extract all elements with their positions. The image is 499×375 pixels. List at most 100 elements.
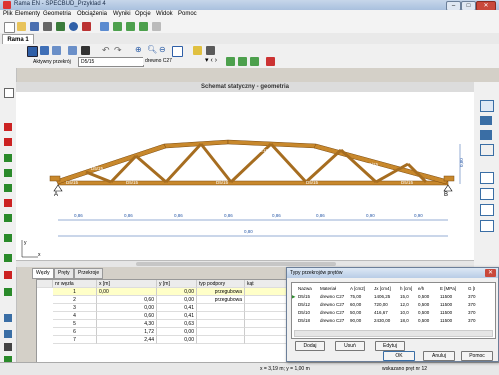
select-tool-icon[interactable] [4, 88, 14, 98]
node-view-icon[interactable] [480, 204, 494, 216]
divide-bar-icon[interactable] [4, 169, 12, 177]
tab-wezly[interactable]: Węzły [32, 268, 54, 279]
table-cell[interactable]: 4 [53, 312, 97, 320]
list-cell[interactable]: 11500 [440, 293, 452, 300]
properties-icon[interactable] [480, 116, 492, 125]
table-cell[interactable] [245, 336, 287, 344]
hinge-icon[interactable] [4, 234, 12, 242]
menu-pomoc[interactable]: Pomoc [178, 11, 197, 17]
section-types-list[interactable]: Nazwa Materiał A [cm2] Jx [cm4] h [cm] e… [291, 282, 496, 339]
move-node-icon[interactable] [4, 138, 12, 146]
table-cell[interactable] [197, 320, 245, 328]
frame-settings-icon[interactable] [139, 22, 148, 31]
list-cell[interactable]: 11500 [440, 317, 452, 324]
table-cell[interactable]: 3 [53, 304, 97, 312]
help-icon[interactable] [69, 22, 78, 31]
new-file-icon[interactable] [4, 22, 15, 33]
menu-wyniki[interactable]: Wyniki [113, 11, 131, 17]
menu-obciazenia[interactable]: Obciążenia [77, 11, 107, 17]
table-cell[interactable] [245, 320, 287, 328]
menu-opcje[interactable]: Opcje [135, 11, 151, 17]
left-overhang[interactable] [49, 175, 61, 182]
list-cell[interactable]: D5/15 [298, 293, 310, 300]
table-cell[interactable]: 1 [53, 288, 97, 296]
list-cell[interactable]: 10,0 [400, 309, 409, 316]
save-icon[interactable] [30, 22, 39, 31]
undo-icon[interactable]: ↶ [102, 45, 110, 56]
table-cell[interactable] [197, 312, 245, 320]
table-cell[interactable]: 0,63 [157, 320, 197, 328]
zoom-icon[interactable]: 🔍︎ [147, 45, 157, 54]
menu-widok[interactable]: Widok [156, 11, 173, 17]
view-3d-icon[interactable] [480, 100, 494, 112]
list-cell[interactable]: D5/12 [298, 301, 310, 308]
list-cell[interactable]: 370 [468, 301, 476, 308]
list-cell[interactable]: 15,0 [400, 293, 409, 300]
table-cell[interactable]: 0,00 [97, 288, 157, 296]
table-cell[interactable] [245, 296, 287, 304]
add-section-button[interactable]: Dodaj [295, 341, 325, 351]
add-row-icon[interactable] [4, 330, 12, 338]
list-icon[interactable] [81, 46, 90, 55]
table-cell[interactable]: 1,72 [97, 328, 157, 336]
table-cell[interactable]: przegubowa [197, 296, 245, 304]
release-icon[interactable] [4, 254, 12, 262]
list-cell[interactable]: 0,500 [418, 293, 429, 300]
edit-section-button[interactable]: Edytuj [375, 341, 405, 351]
edit-section-icon[interactable] [238, 57, 247, 66]
view-mode-icon[interactable] [27, 46, 38, 57]
truss-diagonal[interactable] [85, 170, 112, 184]
zoom-fit-icon[interactable] [172, 46, 183, 57]
copy-frame-icon[interactable] [126, 22, 135, 31]
list-cell[interactable]: 0,500 [418, 301, 429, 308]
add-frame-icon[interactable] [113, 22, 122, 31]
table-cell[interactable] [245, 288, 287, 296]
table-cell[interactable]: 0,00 [157, 336, 197, 344]
table-panel-icon[interactable] [4, 314, 12, 322]
layout-icon[interactable] [68, 46, 77, 55]
top-chord-left[interactable] [55, 143, 167, 185]
list-cell[interactable]: drewno C27 [320, 309, 344, 316]
table-cell[interactable]: przegubowa [197, 288, 245, 296]
grid-icon[interactable] [193, 46, 202, 55]
list-cell[interactable]: drewno C27 [320, 317, 344, 324]
list-cell[interactable]: 12,0 [400, 301, 409, 308]
list-cell[interactable]: 18,0 [400, 317, 409, 324]
delete-row-icon[interactable] [4, 343, 12, 351]
tab-prety[interactable]: Pręty [54, 268, 74, 279]
menu-elementy[interactable]: Elementy [15, 11, 40, 17]
list-cell[interactable]: drewno C27 [320, 301, 344, 308]
table-cell[interactable] [197, 304, 245, 312]
snap-icon[interactable] [206, 46, 215, 55]
list-cell[interactable]: 370 [468, 309, 476, 316]
table-cell[interactable]: 0,00 [157, 288, 197, 296]
delete-element-icon[interactable] [4, 199, 12, 207]
delete-section-button[interactable]: Usuń [335, 341, 365, 351]
table-cell[interactable]: 0,41 [157, 304, 197, 312]
tab-przekroje[interactable]: Przekroje [74, 268, 104, 279]
delete-frame-icon[interactable] [152, 22, 161, 31]
table-cell[interactable] [245, 328, 287, 336]
truss-diagonal[interactable] [135, 154, 167, 184]
layers-icon[interactable] [480, 130, 492, 140]
copy-element-icon[interactable] [4, 288, 12, 296]
table-cell[interactable]: 0,41 [157, 312, 197, 320]
list-cell[interactable]: 11500 [440, 301, 452, 308]
active-section-field[interactable]: D5/15 [78, 57, 144, 67]
table-cell[interactable]: 4,30 [97, 320, 157, 328]
open-folder-icon[interactable] [17, 22, 26, 31]
redo-icon[interactable]: ↷ [114, 45, 122, 56]
list-cell[interactable]: 90,00 [350, 317, 361, 324]
list-cell[interactable]: 75,00 [350, 293, 361, 300]
list-cell[interactable]: 370 [468, 293, 476, 300]
right-overhang[interactable] [443, 175, 455, 182]
list-cell[interactable]: 370 [468, 317, 476, 324]
list-cell[interactable]: D5/18 [298, 317, 310, 324]
list-scrollbar[interactable] [294, 330, 493, 337]
ok-button[interactable]: OK [383, 351, 415, 361]
table-cell[interactable]: 0,00 [97, 304, 157, 312]
list-cell[interactable]: 2430,00 [374, 317, 390, 324]
add-section-icon[interactable] [226, 57, 235, 66]
report-icon[interactable] [82, 22, 91, 31]
truss-diagonal[interactable] [269, 142, 308, 184]
